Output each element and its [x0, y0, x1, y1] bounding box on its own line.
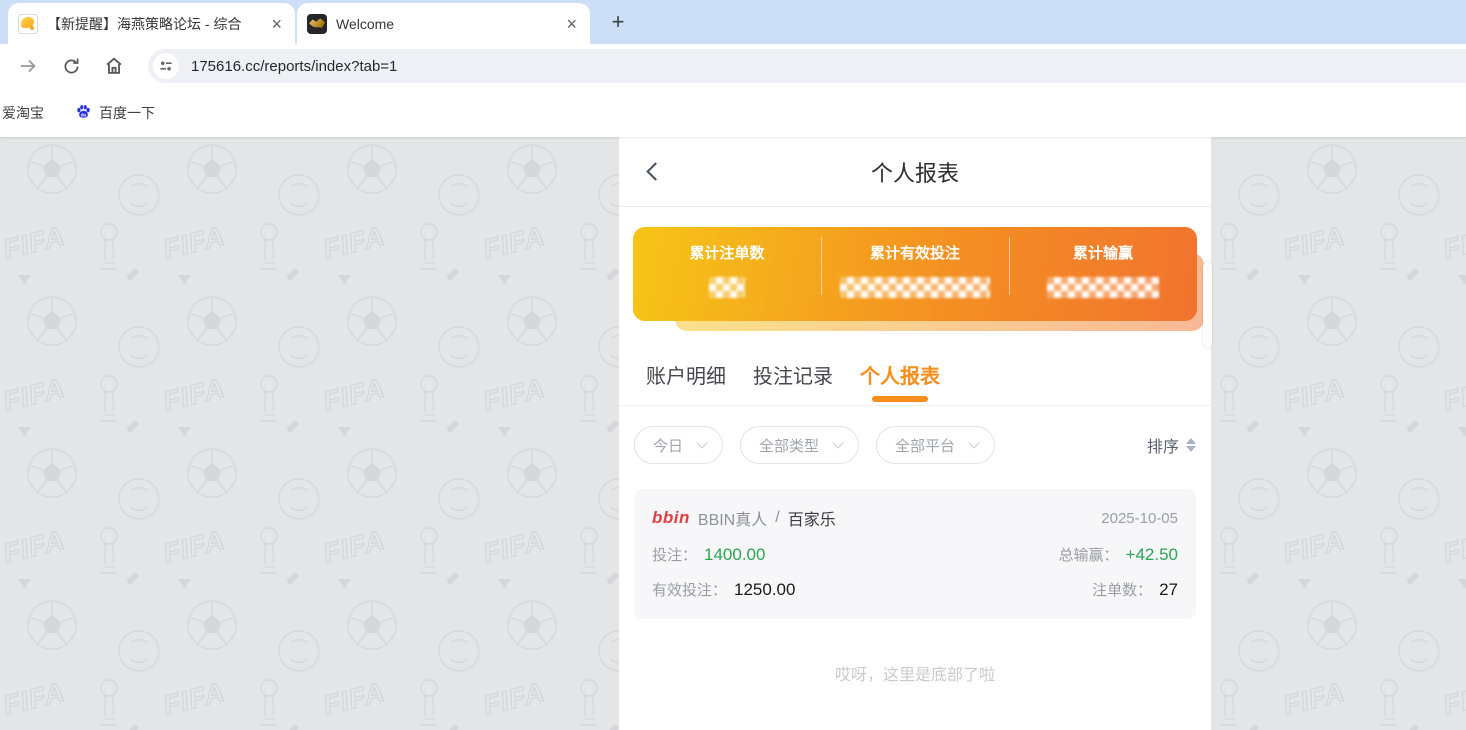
report-card[interactable]: bbin BBIN真人 / 百家乐 2025-10-05 投注： 1400.00… — [634, 489, 1196, 619]
forward-icon[interactable] — [16, 54, 40, 78]
field-label: 总输赢： — [1059, 544, 1119, 565]
report-card-header-row: bbin BBIN真人 / 百家乐 2025-10-05 — [652, 506, 1178, 530]
bbin-logo-icon: bbin — [652, 508, 690, 528]
stat-win-loss: 累计输赢 — [1009, 227, 1197, 321]
filter-type-dropdown[interactable]: 全部类型 — [740, 426, 859, 464]
tab-title: 【新提醒】海燕策略论坛 - 综合 — [47, 14, 259, 34]
censored-value — [709, 277, 745, 298]
filter-label: 今日 — [653, 435, 683, 456]
field-value: +42.50 — [1126, 545, 1178, 565]
chevron-down-icon — [832, 437, 843, 448]
stat-label: 累计注单数 — [689, 242, 764, 263]
filter-label: 全部平台 — [895, 435, 955, 456]
browser-tab-welcome[interactable]: Welcome × — [297, 3, 590, 44]
panel-header: 个人报表 — [619, 137, 1211, 207]
page-title: 个人报表 — [871, 156, 959, 188]
tab-account-details[interactable]: 账户明细 — [646, 343, 726, 405]
chevron-down-icon — [968, 437, 979, 448]
bookmark-aitaobao[interactable]: 爱淘宝 — [2, 103, 44, 123]
close-icon[interactable]: × — [268, 15, 285, 33]
back-chevron-icon[interactable] — [646, 162, 664, 180]
bookmark-label: 爱淘宝 — [2, 103, 44, 123]
forum-favicon-icon — [18, 14, 38, 34]
tab-strip: 【新提醒】海燕策略论坛 - 综合 × Welcome × + — [0, 0, 1466, 44]
censored-value — [840, 277, 990, 298]
reload-icon[interactable] — [59, 54, 83, 78]
censored-value — [1047, 277, 1159, 298]
filter-date-dropdown[interactable]: 今日 — [634, 426, 723, 464]
url-text: 175616.cc/reports/index?tab=1 — [191, 58, 397, 75]
field-label: 注单数： — [1092, 579, 1152, 600]
close-icon[interactable]: × — [563, 15, 580, 33]
browser-toolbar: 175616.cc/reports/index?tab=1 — [0, 44, 1466, 88]
browser-window: 【新提醒】海燕策略论坛 - 综合 × Welcome × + 175616.cc… — [0, 0, 1466, 730]
tab-bet-records[interactable]: 投注记录 — [753, 343, 833, 405]
valid-bet-amount: 有效投注： 1250.00 — [652, 579, 795, 600]
field-value: 27 — [1159, 580, 1178, 600]
report-panel: 个人报表 累计注单数 累计有效投注 累计输赢 — [619, 137, 1211, 730]
stats-summary: 累计注单数 累计有效投注 累计输赢 — [633, 227, 1197, 331]
stats-card: 累计注单数 累计有效投注 累计输赢 — [633, 227, 1197, 321]
bookmark-baidu[interactable]: du 百度一下 — [75, 103, 155, 123]
sort-control[interactable]: 排序 — [1147, 433, 1196, 457]
new-tab-button[interactable]: + — [604, 8, 632, 36]
bottom-notice: 哎呀，这里是底部了啦 — [619, 661, 1211, 685]
stat-total-bets: 累计注单数 — [633, 227, 821, 321]
filter-platform-dropdown[interactable]: 全部平台 — [876, 426, 995, 464]
bookmarks-bar: 爱淘宝 du 百度一下 — [0, 88, 1466, 137]
separator: / — [775, 509, 779, 527]
site-settings-icon[interactable] — [153, 53, 179, 79]
svg-text:du: du — [81, 113, 87, 118]
filter-row: 今日 全部类型 全部平台 排序 — [634, 426, 1196, 464]
sort-arrows-icon — [1186, 438, 1196, 452]
stat-label: 累计输赢 — [1073, 242, 1133, 263]
sort-label: 排序 — [1147, 433, 1179, 457]
bet-count: 注单数： 27 — [1092, 579, 1178, 600]
browser-tab-forum[interactable]: 【新提醒】海燕策略论坛 - 综合 × — [8, 3, 295, 44]
tab-personal-report[interactable]: 个人报表 — [860, 343, 940, 405]
provider-name: BBIN真人 — [698, 506, 767, 530]
bet-amount: 投注： 1400.00 — [652, 544, 765, 565]
page-content: FIFA 个人报表 — [0, 137, 1466, 730]
report-date: 2025-10-05 — [1101, 510, 1178, 527]
filter-label: 全部类型 — [759, 435, 819, 456]
total-win-loss: 总输赢： +42.50 — [1059, 544, 1179, 565]
field-value: 1250.00 — [734, 580, 795, 600]
home-icon[interactable] — [102, 54, 126, 78]
section-tabs: 账户明细 投注记录 个人报表 — [619, 343, 1211, 406]
report-card-title: bbin BBIN真人 / 百家乐 — [652, 506, 836, 530]
stat-label: 累计有效投注 — [870, 242, 960, 263]
chevron-down-icon — [696, 437, 707, 448]
welcome-favicon-icon — [307, 14, 327, 34]
field-label: 投注： — [652, 544, 697, 565]
bookmark-label: 百度一下 — [99, 103, 155, 123]
scrollbar-thumb[interactable] — [1203, 262, 1212, 348]
tab-title: Welcome — [336, 16, 554, 32]
report-card-row: 投注： 1400.00 总输赢： +42.50 — [652, 544, 1178, 565]
baidu-paw-icon: du — [75, 104, 92, 121]
address-bar[interactable]: 175616.cc/reports/index?tab=1 — [148, 49, 1466, 83]
field-label: 有效投注： — [652, 579, 727, 600]
field-value: 1400.00 — [704, 545, 765, 565]
report-card-row: 有效投注： 1250.00 注单数： 27 — [652, 579, 1178, 600]
stat-valid-wager: 累计有效投注 — [821, 227, 1009, 321]
game-name: 百家乐 — [788, 506, 836, 530]
